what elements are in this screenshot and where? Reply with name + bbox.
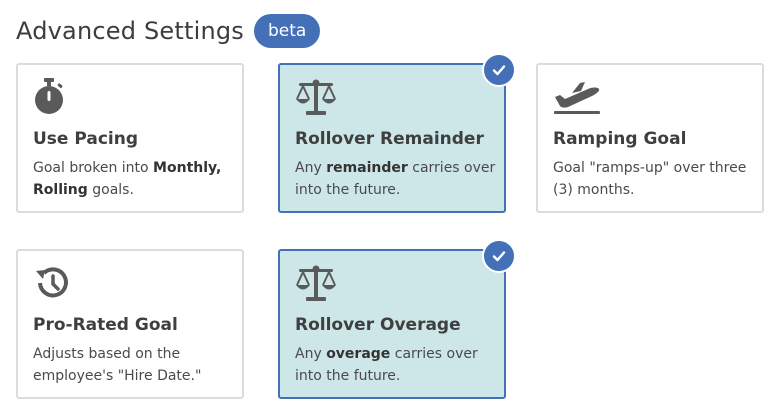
scales-icon xyxy=(294,263,338,303)
option-card-rollover-overage[interactable]: Rollover Overage Any overage carries ove… xyxy=(278,239,516,399)
card-description: Any overage carries over into the future… xyxy=(295,346,478,384)
airplane-takeoff-icon xyxy=(552,77,600,117)
card-description: Goal broken into Monthly, Rolling goals. xyxy=(33,160,222,198)
card-description: Any remainder carries over into the futu… xyxy=(295,160,496,198)
selected-check-icon xyxy=(482,239,516,273)
option-card-ramping-goal[interactable]: Ramping Goal Goal "ramps-up" over three … xyxy=(536,63,764,213)
option-card-use-pacing[interactable]: Use Pacing Goal broken into Monthly, Rol… xyxy=(16,63,244,213)
card-description: Goal "ramps-up" over three (3) months. xyxy=(553,160,747,198)
stopwatch-icon xyxy=(32,77,76,117)
option-card-rollover-remainder[interactable]: Rollover Remainder Any remainder carries… xyxy=(278,53,516,213)
history-icon xyxy=(32,263,76,303)
card-title: Rollover Remainder xyxy=(295,129,484,149)
page-header: Advanced Settings beta xyxy=(16,14,321,48)
card-title: Ramping Goal xyxy=(553,129,687,149)
selected-check-icon xyxy=(482,53,516,87)
scales-icon xyxy=(294,77,338,117)
page-title: Advanced Settings xyxy=(16,17,245,45)
card-title: Pro-Rated Goal xyxy=(33,315,178,335)
card-title: Use Pacing xyxy=(33,129,139,149)
beta-badge: beta xyxy=(254,14,321,48)
card-description: Adjusts based on the employee's "Hire Da… xyxy=(33,346,202,384)
option-card-pro-rated-goal[interactable]: Pro-Rated Goal Adjusts based on the empl… xyxy=(16,249,244,399)
card-title: Rollover Overage xyxy=(295,315,461,335)
